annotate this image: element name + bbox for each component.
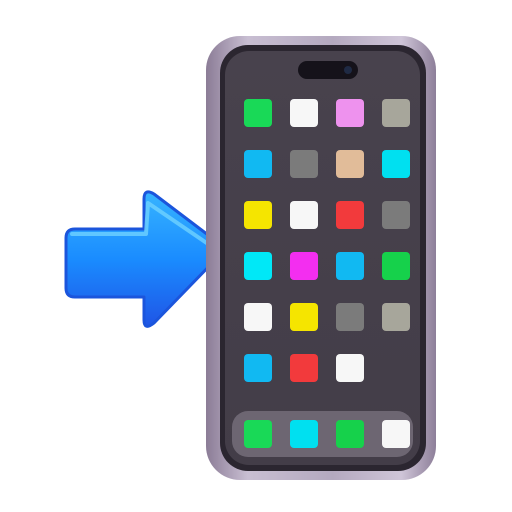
dock-app-icon[interactable] (244, 420, 272, 448)
app-icon[interactable] (244, 354, 272, 382)
app-icon[interactable] (382, 99, 410, 127)
app-icon[interactable] (244, 252, 272, 280)
app-icon[interactable] (244, 99, 272, 127)
app-icon[interactable] (290, 252, 318, 280)
app-icon[interactable] (336, 99, 364, 127)
app-icon[interactable] (336, 252, 364, 280)
app-icon[interactable] (336, 201, 364, 229)
app-icon[interactable] (382, 303, 410, 331)
app-dock (232, 411, 413, 457)
app-icon[interactable] (244, 303, 272, 331)
phone-bezel (220, 45, 426, 471)
dock-app-icon[interactable] (290, 420, 318, 448)
mobile-phone-icon (206, 36, 436, 480)
app-icon[interactable] (244, 201, 272, 229)
app-icon[interactable] (290, 201, 318, 229)
app-icon[interactable] (290, 303, 318, 331)
app-icon[interactable] (290, 150, 318, 178)
app-icon[interactable] (382, 201, 410, 229)
app-icon[interactable] (336, 303, 364, 331)
dock-app-icon[interactable] (336, 420, 364, 448)
app-icon[interactable] (244, 150, 272, 178)
phone-screen (225, 51, 420, 465)
dock-app-icon[interactable] (382, 420, 410, 448)
app-icon[interactable] (382, 252, 410, 280)
app-icon[interactable] (290, 99, 318, 127)
phone-with-arrow-emoji (0, 0, 512, 512)
dynamic-island (298, 61, 358, 79)
app-icon[interactable] (382, 150, 410, 178)
camera-icon (344, 66, 352, 74)
app-icon[interactable] (290, 354, 318, 382)
app-icon[interactable] (336, 150, 364, 178)
app-icon[interactable] (336, 354, 364, 382)
